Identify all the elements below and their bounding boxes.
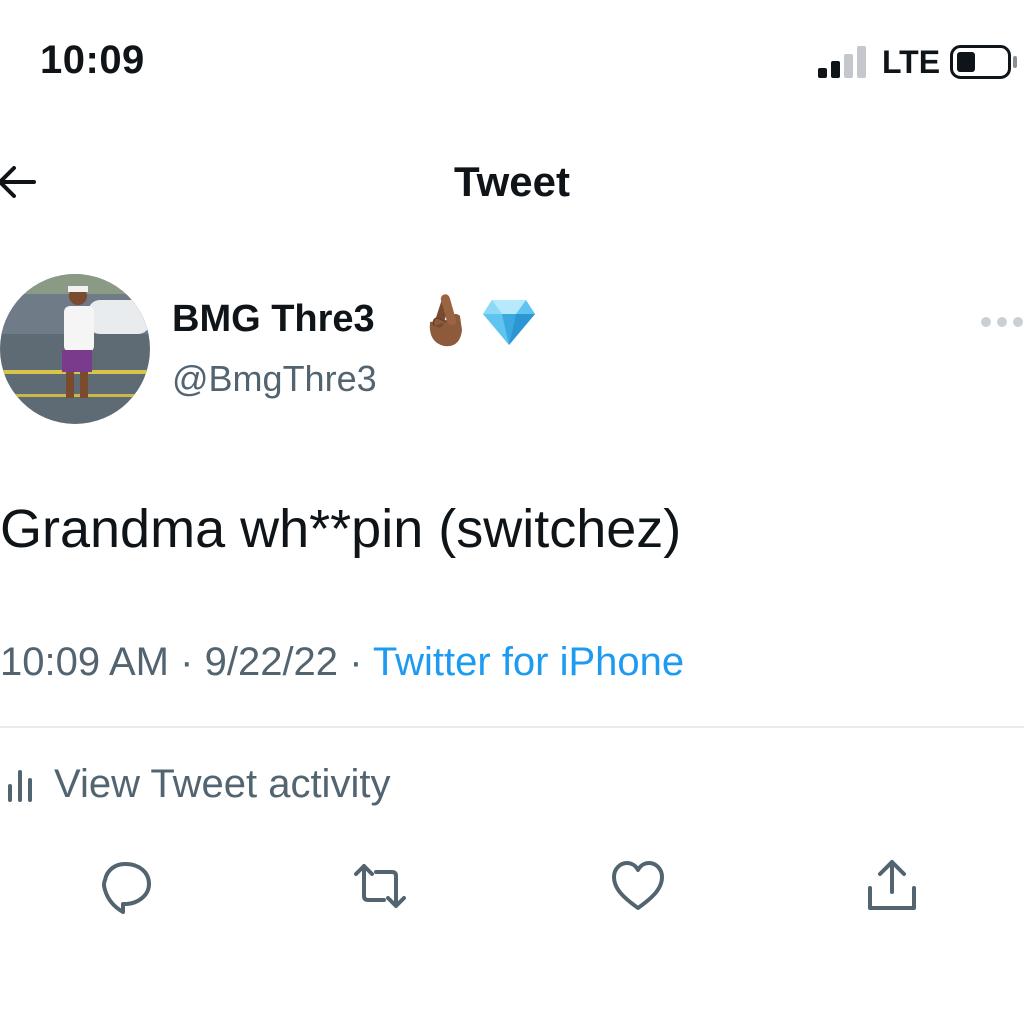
meta-separator: · bbox=[349, 640, 363, 684]
retweet-icon[interactable] bbox=[352, 858, 408, 914]
network-type: LTE bbox=[882, 44, 941, 80]
tweet-date: 9/22/22 bbox=[204, 640, 339, 684]
share-icon[interactable] bbox=[864, 858, 920, 914]
tweet-time: 10:09 AM bbox=[0, 640, 170, 684]
page-title: Tweet bbox=[454, 158, 570, 205]
meta-separator: · bbox=[180, 640, 194, 684]
status-bar: 10:09 LTE bbox=[0, 0, 1024, 120]
user-handle[interactable]: @BmgThre3 bbox=[172, 358, 377, 400]
gem-emoji bbox=[483, 300, 535, 345]
more-options-icon[interactable] bbox=[980, 316, 1024, 328]
crossed-fingers-emoji bbox=[429, 294, 462, 347]
cell-signal-icon bbox=[818, 46, 866, 78]
view-tweet-activity-link[interactable]: View Tweet activity bbox=[54, 762, 390, 807]
avatar[interactable] bbox=[0, 274, 150, 424]
divider bbox=[0, 726, 1024, 728]
battery-icon bbox=[950, 45, 1017, 79]
display-name[interactable]: BMG Thre3 bbox=[172, 298, 375, 341]
analytics-icon[interactable] bbox=[6, 764, 34, 804]
tweet-text: Grandma wh**pin (switchez) bbox=[0, 499, 682, 559]
tweet-meta: 10:09 AM · 9/22/22 · Twitter for iPhone bbox=[0, 640, 684, 685]
tweet-source-link[interactable]: Twitter for iPhone bbox=[373, 640, 684, 684]
like-icon[interactable] bbox=[610, 858, 666, 914]
reply-icon[interactable] bbox=[99, 858, 155, 914]
status-time: 10:09 bbox=[40, 38, 145, 82]
